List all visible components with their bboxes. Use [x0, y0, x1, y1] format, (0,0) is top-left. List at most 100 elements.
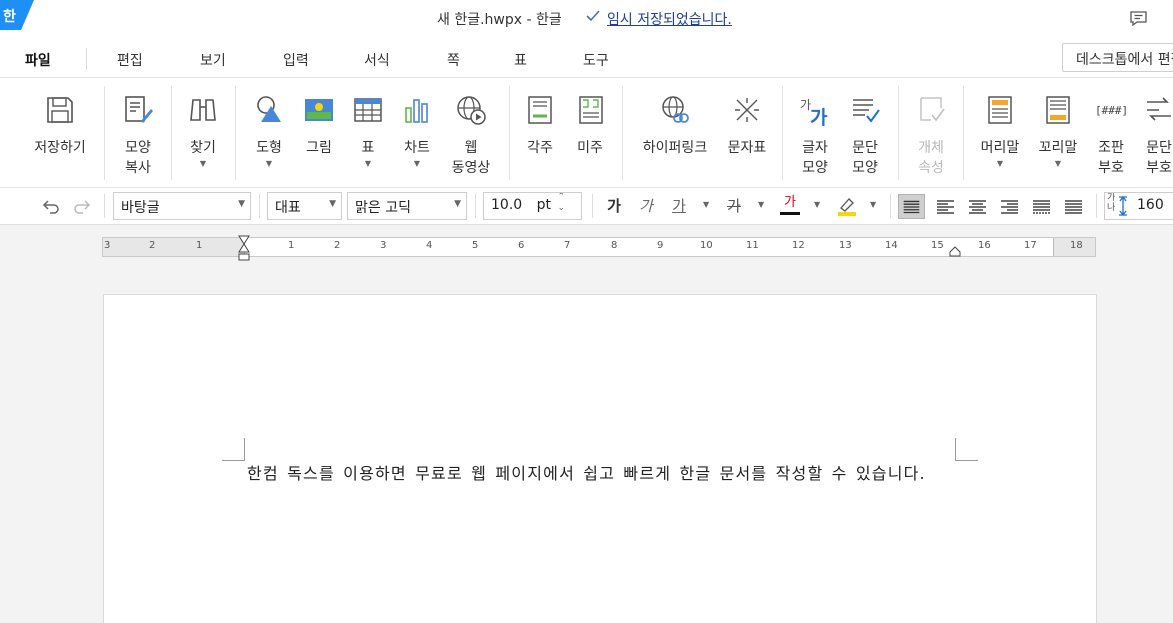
- menu-format[interactable]: 서식: [364, 50, 390, 70]
- copy-format-icon: [125, 96, 153, 123]
- web-video-button[interactable]: 웹 동영상: [446, 78, 496, 188]
- align-justify-icon[interactable]: [898, 194, 925, 219]
- save-status-link[interactable]: 임시 저장되었습니다.: [607, 9, 732, 29]
- find-button[interactable]: 찾기 ▼: [180, 78, 226, 188]
- para-shape-button[interactable]: 문단 모양: [842, 78, 888, 188]
- align-left-icon[interactable]: [932, 194, 959, 219]
- chevron-down-icon[interactable]: ▼: [703, 200, 709, 209]
- picture-button[interactable]: 그림: [298, 78, 340, 188]
- chevron-down-icon[interactable]: ▼: [758, 200, 764, 209]
- font-size-stepper[interactable]: 10.0 pt ⌃ ⌄: [483, 192, 582, 220]
- svg-text:가: 가: [810, 107, 828, 126]
- ruler-number: 17: [1024, 240, 1037, 251]
- chevron-down-icon: ▼: [454, 199, 461, 209]
- ribbon-divider: [898, 86, 899, 180]
- highlighter-icon[interactable]: [836, 196, 858, 216]
- italic-button[interactable]: 가: [636, 195, 656, 217]
- chevron-down-icon: ▼: [329, 199, 336, 209]
- table-button[interactable]: 표 ▼: [348, 78, 388, 188]
- char-map-icon: [735, 98, 759, 122]
- ribbon-divider: [782, 86, 783, 180]
- picture-icon: [305, 99, 333, 121]
- chevron-down-icon: ▼: [199, 159, 207, 168]
- web-video-label: 웹 동영상: [451, 140, 491, 176]
- copy-format-button[interactable]: 모양 복사: [113, 78, 163, 188]
- ruler-number: 9: [657, 240, 664, 251]
- document-body-text[interactable]: 한컴 독스를 이용하면 무료로 웹 페이지에서 쉽고 빠르게 한글 문서를 작성…: [247, 460, 926, 484]
- ruler-number: 1: [288, 240, 295, 251]
- object-properties-button[interactable]: 개체 속성: [908, 78, 954, 188]
- document-page[interactable]: 한컴 독스를 이용하면 무료로 웹 페이지에서 쉽고 빠르게 한글 문서를 작성…: [103, 294, 1097, 623]
- menu-edit[interactable]: 편집: [117, 50, 143, 70]
- edit-in-desktop-button[interactable]: 데스크톱에서 편집: [1062, 43, 1173, 72]
- align-distribute-icon[interactable]: [1028, 194, 1055, 219]
- style-select[interactable]: 바탕글 ▼: [113, 192, 251, 220]
- horizontal-ruler[interactable]: 3 2 1 1 2 3 4 5 6 7 8 9 10 11 12 13 14 1…: [102, 235, 1096, 261]
- chevron-down-icon[interactable]: ▼: [814, 200, 820, 209]
- chevron-down-icon[interactable]: ⌄: [557, 203, 565, 213]
- font-language-select[interactable]: 대표 ▼: [267, 192, 342, 220]
- strikethrough-button[interactable]: 가: [724, 195, 744, 217]
- font-select[interactable]: 맑은 고딕 ▼: [347, 192, 467, 220]
- shape-button[interactable]: 도형 ▼: [248, 78, 290, 188]
- table-label: 표: [361, 140, 375, 156]
- menu-page[interactable]: 쪽: [447, 50, 460, 70]
- char-shape-icon: 가 가: [800, 98, 828, 126]
- binoculars-icon: [190, 99, 216, 121]
- menu-insert[interactable]: 입력: [283, 50, 309, 70]
- object-properties-icon: [920, 97, 945, 122]
- menu-table[interactable]: 표: [514, 50, 527, 70]
- footnote-button[interactable]: 각주: [518, 78, 562, 188]
- menu-view[interactable]: 보기: [200, 50, 226, 70]
- ruler-number: 13: [839, 240, 852, 251]
- header-button[interactable]: 머리말 ▼: [974, 78, 1026, 188]
- ruler-number: 18: [1070, 240, 1083, 251]
- ribbon-toolbar: 저장하기 모양 복사 찾기 ▼ 도형 ▼ 그림 표 ▼ 차트 ▼ 웹 동영상 각…: [0, 78, 1173, 188]
- ribbon-divider: [235, 86, 236, 180]
- line-spacing-icon: 가 나: [1107, 193, 1116, 213]
- compose-code-button[interactable]: [###] 조판 부호: [1090, 78, 1132, 188]
- undo-icon[interactable]: [42, 198, 60, 214]
- ruler-number: 8: [611, 240, 618, 251]
- align-center-icon[interactable]: [964, 194, 991, 219]
- menu-divider: [86, 48, 87, 70]
- ruler-number: 2: [149, 240, 156, 251]
- hyperlink-button[interactable]: 하이퍼링크: [634, 78, 716, 188]
- comment-icon[interactable]: [1130, 11, 1147, 26]
- menu-tools[interactable]: 도구: [583, 50, 609, 70]
- chevron-down-icon: ▼: [1054, 159, 1062, 168]
- save-label: 저장하기: [34, 140, 86, 156]
- font-size-unit: pt: [536, 197, 552, 213]
- redo-icon[interactable]: [73, 198, 91, 214]
- indent-marker-icon[interactable]: [238, 235, 250, 261]
- ruler-number: 5: [472, 240, 479, 251]
- ribbon-divider: [171, 86, 172, 180]
- line-spacing-value: 160: [1137, 197, 1164, 213]
- align-right-icon[interactable]: [996, 194, 1023, 219]
- char-map-button[interactable]: 문자표: [722, 78, 772, 188]
- bold-button[interactable]: 가: [604, 195, 624, 217]
- chart-button[interactable]: 차트 ▼: [396, 78, 438, 188]
- font-color-button[interactable]: 가: [780, 195, 800, 215]
- char-shape-button[interactable]: 가 가 글자 모양: [792, 78, 838, 188]
- endnote-button[interactable]: 미주: [568, 78, 612, 188]
- ruler-number: 3: [104, 240, 111, 251]
- ribbon-divider: [509, 86, 510, 180]
- save-button[interactable]: 저장하기: [24, 78, 96, 188]
- right-indent-marker-icon[interactable]: [949, 246, 961, 257]
- object-properties-label: 개체 속성: [918, 140, 944, 176]
- toolbar-divider: [475, 194, 476, 218]
- para-code-button[interactable]: 문단 부호: [1138, 78, 1173, 188]
- char-map-label: 문자표: [727, 140, 767, 156]
- chevron-up-icon[interactable]: ⌃: [557, 193, 565, 202]
- align-divide-icon[interactable]: [1060, 194, 1087, 219]
- line-spacing-stepper[interactable]: 가 나 160: [1104, 192, 1173, 220]
- footer-button[interactable]: 꼬리말 ▼: [1032, 78, 1084, 188]
- format-toolbar: 바탕글 ▼ 대표 ▼ 맑은 고딕 ▼ 10.0 pt ⌃ ⌄ 가 가 가 ▼ 가…: [0, 188, 1173, 225]
- ruler-number: 4: [426, 240, 433, 251]
- footnote-icon: [528, 96, 552, 124]
- underline-button[interactable]: 가: [668, 195, 690, 217]
- chevron-down-icon[interactable]: ▼: [870, 200, 876, 209]
- ruler-number: 15: [931, 240, 944, 251]
- menu-file[interactable]: 파일: [25, 50, 51, 70]
